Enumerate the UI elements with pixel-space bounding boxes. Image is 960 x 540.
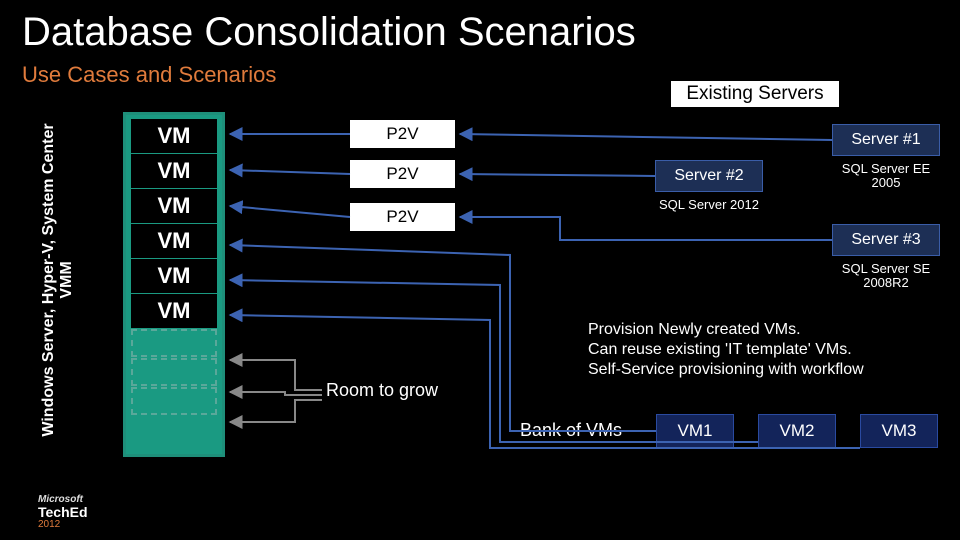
server-1-desc: SQL Server EE 2005 [830, 162, 942, 191]
provision-line: Provision Newly created VMs. [588, 320, 948, 340]
vm-bank-item: VM3 [860, 414, 938, 448]
vm-bank-item: VM1 [656, 414, 734, 448]
existing-servers-label: Existing Servers [670, 80, 840, 108]
vm-slot: VM [131, 259, 217, 293]
footer-logo: Microsoft TechEd 2012 [38, 495, 88, 530]
vm-slot: VM [131, 224, 217, 258]
p2v-label-2: P2V [350, 160, 455, 188]
vm-empty-slot [131, 329, 217, 357]
p2v-label-3: P2V [350, 203, 455, 231]
provision-line: Self-Service provisioning with workflow [588, 360, 948, 380]
p2v-label-1: P2V [350, 120, 455, 148]
server-2-box: Server #2 [655, 160, 763, 192]
vm-bank-item: VM2 [758, 414, 836, 448]
sidebar-label-line1: Windows Server, Hyper-V, System Center [40, 110, 58, 450]
page-title: Database Consolidation Scenarios [22, 10, 636, 55]
sidebar-label: Windows Server, Hyper-V, System Center V… [40, 110, 75, 450]
vm-slot: VM [131, 294, 217, 328]
server-1-box: Server #1 [832, 124, 940, 156]
vm-empty-slot [131, 358, 217, 386]
page-subtitle: Use Cases and Scenarios [22, 62, 276, 88]
vm-slot: VM [131, 119, 217, 153]
vm-slot: VM [131, 189, 217, 223]
room-to-grow-label: Room to grow [326, 380, 438, 401]
vm-empty-slot [131, 387, 217, 415]
sidebar-label-line2: VMM [58, 110, 76, 450]
server-3-box: Server #3 [832, 224, 940, 256]
bank-of-vms-label: Bank of VMs [520, 420, 622, 441]
server-3-desc: SQL Server SE 2008R2 [830, 262, 942, 291]
vm-host-container: VM VM VM VM VM VM [123, 112, 225, 457]
provision-text: Provision Newly created VMs. Can reuse e… [588, 320, 948, 380]
server-2-desc: SQL Server 2012 [653, 198, 765, 212]
footer-brand: TechEd [38, 504, 88, 520]
vm-slot: VM [131, 154, 217, 188]
footer-year: 2012 [38, 520, 88, 530]
provision-line: Can reuse existing 'IT template' VMs. [588, 340, 948, 360]
